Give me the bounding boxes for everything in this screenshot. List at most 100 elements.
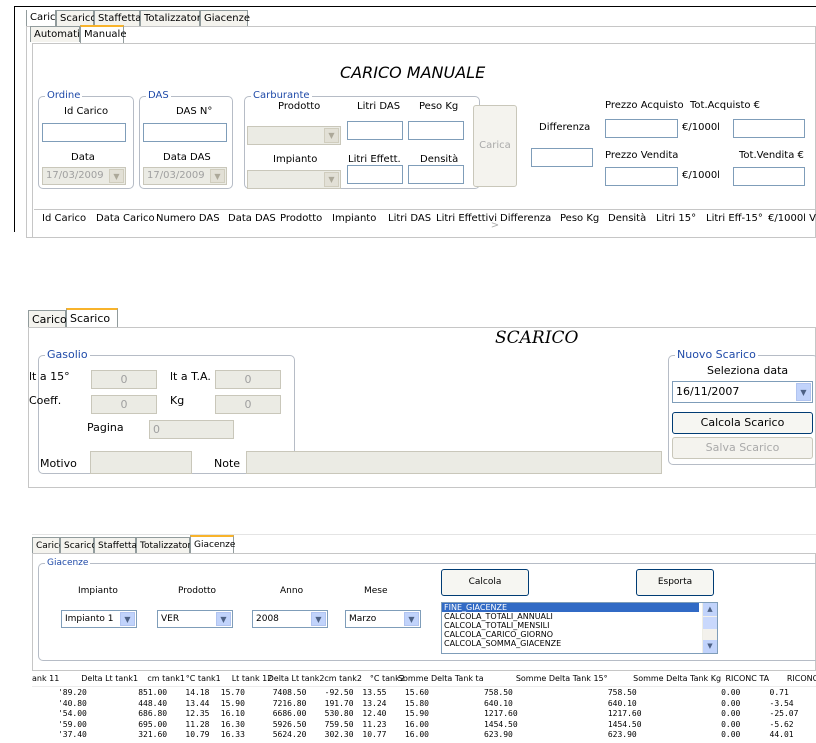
densita-input[interactable] [408,165,464,184]
table-row[interactable]: '40.80 448.40 13.44 15.90 7216.80 191.70 13.24… [32,699,816,709]
grid-column-header[interactable]: Id Carico [42,213,86,224]
tab-totalizzatori[interactable]: Totalizzatori [140,10,204,26]
das-number-input[interactable] [143,123,227,142]
lt15-field[interactable]: 0 [91,370,157,389]
grid-column-header[interactable]: ank 11 [32,674,59,683]
data-das-date-picker[interactable]: 17/03/2009 ▼ [143,167,227,185]
grid-column-header[interactable]: RICONC [787,674,816,683]
table-row[interactable]: '54.00 686.80 12.35 16.10 6686.00 530.80 12.40… [32,709,816,719]
grid-column-header[interactable]: Litri 15° [656,213,696,224]
carica-button[interactable]: Carica > [473,105,517,231]
grid-column-header[interactable]: Densità [608,213,646,224]
tab-scarico-2[interactable]: Scarico [66,308,118,328]
grid-column-header[interactable]: Litri Eff-15° [706,213,763,224]
table-row[interactable]: '89.20 851.00 14.18 15.70 7408.50 -92.50 13.55… [32,688,816,698]
tot-acquisto-input[interactable] [733,119,805,138]
grid-column-header[interactable]: cm tank2 [324,674,362,683]
tab-giacenze-3[interactable]: Giacenze [190,535,235,553]
anno-select-3[interactable]: 2008 ▼ [252,610,328,628]
grid-column-header[interactable]: Litri Effettivi [436,213,497,224]
differenza-input[interactable] [531,148,593,167]
grid-column-header[interactable]: RICONC TA [726,674,770,683]
grid-column-header[interactable]: Impianto [332,213,376,224]
table-cell: 321.60 [138,730,168,739]
ltta-field[interactable]: 0 [215,370,281,389]
impianto-select-3[interactable]: Impianto 1 ▼ [61,610,137,628]
grid-column-header[interactable]: Peso Kg [560,213,599,224]
table-cell: 686.80 [138,709,168,718]
scroll-thumb[interactable] [703,617,717,629]
list-item[interactable]: CALCOLA_TOTALI_ANNUALI [442,612,699,621]
grid-column-header[interactable]: Differenza [500,213,551,224]
litri-effett-input[interactable] [347,165,403,184]
list-item[interactable]: CALCOLA_CARICO_GIORNO [442,630,699,639]
prezzo-acquisto-input[interactable] [605,119,678,138]
list-scrollbar[interactable]: ▲ ▼ [702,603,717,653]
table-row[interactable]: '59.00 695.00 11.28 16.30 5926.50 759.50 11.23… [32,720,816,730]
pagina-field[interactable]: 0 [149,420,234,439]
grid-column-header[interactable]: Prodotto [280,213,322,224]
tab-scarico-3[interactable]: Scarico [60,537,97,553]
nuovo-scarico-group: Nuovo Scarico Seleziona data 16/11/2007 ▼… [668,348,816,465]
das-legend: DAS [146,89,171,103]
table-cell: 10.77 [362,730,387,739]
grid-column-header[interactable]: cm tank1 [147,674,185,683]
grid-column-header[interactable]: °C tank1 [186,674,221,683]
scroll-up-icon[interactable]: ▲ [703,603,717,616]
esporta-button[interactable]: Esporta [636,569,714,596]
table-cell: -3.54 [769,698,794,708]
kg-field[interactable]: 0 [215,395,281,414]
salva-scarico-button[interactable]: Salva Scarico [672,437,813,459]
scarico-date-picker[interactable]: 16/11/2007 ▼ [672,381,813,403]
grid-column-header[interactable]: Somme Delta Tank Kg [633,674,721,683]
grid-column-header[interactable]: Delta Lt tank1 [81,674,138,683]
note-input[interactable] [246,451,662,474]
id-carico-input[interactable] [42,123,126,142]
data-date-picker[interactable]: 17/03/2009 ▼ [42,167,126,185]
prodotto-select-3[interactable]: VER ▼ [157,610,233,628]
grid-column-header[interactable]: Lt tank 12 [232,674,273,683]
giacenze-grid[interactable]: ank 11 Delta Lt tank1 cm tank1 °C tank1 Lt t… [32,672,816,743]
motivo-input[interactable] [90,451,192,474]
calcola-button-3[interactable]: Calcola [441,569,529,596]
tab-carico[interactable]: Carico [26,10,62,26]
tab-staffetta-3[interactable]: Staffetta [94,537,137,553]
tab-carico-2[interactable]: Carico [28,310,67,328]
anno-value: 2008 [256,614,279,624]
grid-column-header[interactable]: Delta Lt tank2 [268,674,325,683]
tab-carico-3[interactable]: Carico [32,537,64,553]
table-cell: -5.62 [769,719,794,729]
grid-column-header[interactable]: Data DAS [228,213,276,224]
impianto-select[interactable]: ▼ [247,170,341,189]
carichi-grid[interactable]: Id Carico Data Carico Numero DAS Data DAS Pr… [34,209,816,238]
list-item[interactable]: FINE_GIACENZE [442,603,699,612]
mese-select-3[interactable]: Marzo ▼ [345,610,421,628]
grid-column-header[interactable]: Numero DAS [156,213,220,224]
top-screen-border [14,6,816,7]
tab-staffetta[interactable]: Staffetta [94,10,141,26]
list-item[interactable]: CALCOLA_SOMMA_GIACENZE [442,639,699,648]
subtab-manuale[interactable]: Manuale [80,25,127,43]
calcola-scarico-button[interactable]: Calcola Scarico [672,412,813,434]
grid-column-header[interactable]: Litri DAS [388,213,431,224]
table-row[interactable]: '37.40 321.60 10.79 16.33 5624.20 302.30 10.77… [32,730,816,740]
prezzo-vendita-input[interactable] [605,167,678,186]
tab-scarico[interactable]: Scarico [56,10,96,26]
peso-kg-input[interactable] [408,121,464,140]
query-list[interactable]: FINE_GIACENZE CALCOLA_TOTALI_ANNUALI CALCO… [441,602,718,654]
grid-column-header[interactable]: €/1000l V [768,213,816,224]
tot-vendita-input[interactable] [733,167,805,186]
litri-das-input[interactable] [347,121,403,140]
grid-column-header[interactable]: Data Carico [96,213,155,224]
tab-giacenze[interactable]: Giacenze [200,10,250,26]
coeff-field[interactable]: 0 [91,395,157,414]
grid-column-header[interactable]: Somme Delta Tank ta [398,674,484,683]
tab-totalizzatori-3[interactable]: Totalizzatori [136,537,194,553]
nuovo-scarico-legend: Nuovo Scarico [675,348,758,362]
list-item[interactable]: CALCOLA_TOTALI_MENSILI [442,621,699,630]
table-cell: 5926.50 [272,719,307,729]
scroll-down-icon[interactable]: ▼ [703,640,717,653]
prodotto-select[interactable]: ▼ [247,126,341,145]
grid-column-header[interactable]: Somme Delta Tank 15° [516,674,608,683]
subtab-automatico[interactable]: Automatico [30,26,91,42]
